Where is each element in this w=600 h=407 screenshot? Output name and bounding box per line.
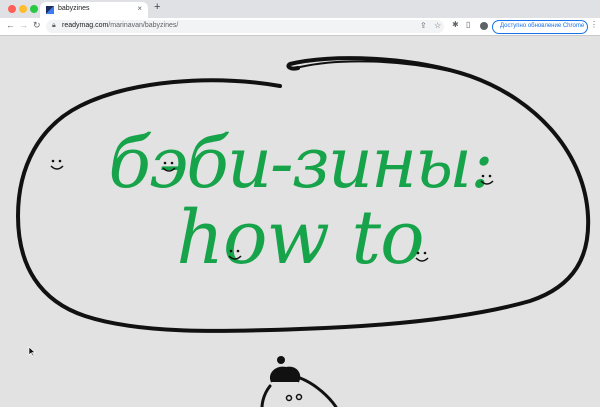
tab-bar: babyzines × +	[0, 0, 600, 18]
chrome-update-button[interactable]: Доступно обновление Chrome	[492, 20, 588, 34]
reload-button[interactable]: ↻	[33, 20, 41, 31]
bookmark-star-icon[interactable]: ☆	[434, 21, 441, 30]
readymag-favicon-icon	[46, 6, 54, 14]
address-bar[interactable]: 🔒︎ readymag.com/marinavan/babyzines/ ⇪ ☆	[46, 20, 444, 33]
extensions-puzzle-icon[interactable]: ✱	[452, 20, 459, 29]
tab-close-icon[interactable]: ×	[137, 4, 142, 13]
url-host: readymag.com	[62, 22, 109, 29]
share-icon[interactable]: ⇪	[420, 21, 427, 30]
back-button[interactable]: ←	[6, 20, 15, 30]
url-path: /marinavan/babyzines/	[108, 22, 179, 29]
minimize-window-button[interactable]	[19, 5, 27, 13]
side-panel-icon[interactable]: ▯	[466, 20, 470, 29]
close-window-button[interactable]	[8, 5, 16, 13]
tab-title: babyzines	[58, 5, 90, 12]
tab-babyzines[interactable]: babyzines ×	[40, 2, 148, 18]
lock-icon[interactable]: 🔒︎	[52, 22, 56, 30]
browser-toolbar: ← → ↻ 🔒︎ readymag.com/marinavan/babyzine…	[0, 18, 600, 36]
more-menu-icon[interactable]: ⋮	[590, 20, 598, 29]
profile-avatar-icon[interactable]	[480, 22, 488, 30]
page-content: бэби-зины: how to	[0, 36, 600, 407]
chrome-update-label: Доступно обновление Chrome	[500, 23, 585, 29]
forward-button[interactable]: →	[19, 20, 28, 30]
new-tab-button[interactable]: +	[154, 1, 160, 13]
url-text[interactable]: readymag.com/marinavan/babyzines/	[62, 22, 178, 29]
doodle-character	[260, 356, 338, 407]
maximize-window-button[interactable]	[30, 5, 38, 13]
